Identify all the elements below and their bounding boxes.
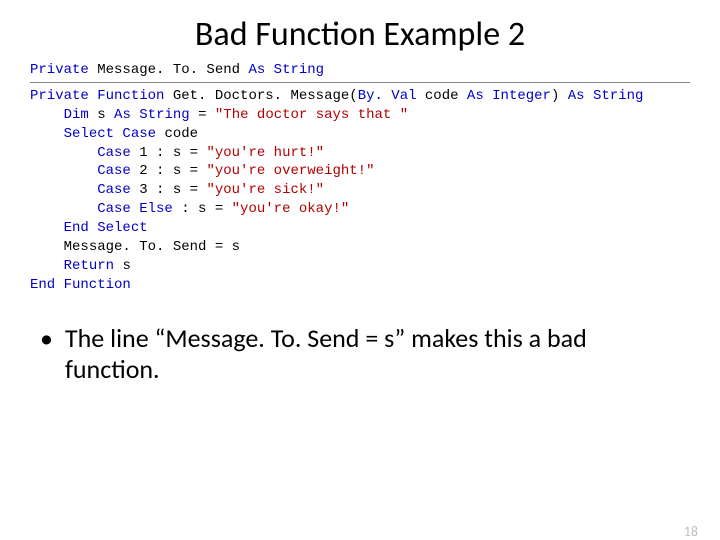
kw-return: Return [64,258,114,274]
indent [30,107,64,123]
colon-seg: : s = [148,163,207,179]
sep [106,107,114,123]
kw-private: Private [30,62,89,78]
n3: 3 [139,182,147,198]
indent [30,220,64,236]
kw-as: As [467,88,484,104]
indent [30,201,97,217]
kw-string: String [139,107,189,123]
kw-byval: By. Val [358,88,417,104]
kw-function: Function [97,88,164,104]
kw-case-else: Case Else [97,201,173,217]
kw-end-select: End Select [64,220,148,236]
n2: 2 [139,163,147,179]
lit3: "you're sick!" [206,182,324,198]
indent [30,239,64,255]
indent [30,163,97,179]
divider [30,82,690,83]
id-s: s [122,258,130,274]
code-line: Private Function Get. Doctors. Message(B… [30,87,690,295]
indent [30,126,64,142]
colon-seg: : s = [148,182,207,198]
kw-as: As [568,88,585,104]
sep [89,107,97,123]
kw-case: Case [97,145,131,161]
page-number: 18 [684,523,698,540]
colon-seg: : s = [148,145,207,161]
lit1: "you're hurt!" [206,145,324,161]
colon-seg: : s = [173,201,232,217]
kw-string: String [593,88,643,104]
sep [265,62,273,78]
sep [585,88,593,104]
sep [131,145,139,161]
indent [30,258,64,274]
open-paren: ( [349,88,357,104]
sep [89,62,97,78]
sep [417,88,425,104]
kw-integer: Integer [492,88,551,104]
sep [131,107,139,123]
lit-intro: "The doctor says that " [215,107,408,123]
bullet-text: The line “Message. To. Send = s” makes t… [65,323,680,385]
slide-title: Bad Function Example 2 [0,14,720,55]
kw-end-function: End Function [30,277,131,293]
sep [459,88,467,104]
indent [30,145,97,161]
kw-select: Select Case [64,126,156,142]
kw-case: Case [97,163,131,179]
indent [30,182,97,198]
lit-else: "you're okay!" [232,201,350,217]
kw-as: As [114,107,131,123]
id-func: Get. Doctors. Message [173,88,349,104]
lit2: "you're overweight!" [206,163,374,179]
sep [559,88,567,104]
code-block: Private Message. To. Send As String [30,61,690,80]
id-code: code [425,88,459,104]
kw-case: Case [97,182,131,198]
kw-string: String [274,62,324,78]
assign-mts: Message. To. Send = s [64,239,240,255]
n1: 1 [139,145,147,161]
kw-as: As [248,62,265,78]
kw-private: Private [30,88,89,104]
bullet-item: • The line “Message. To. Send = s” makes… [40,323,680,385]
sep [484,88,492,104]
id-s: s [97,107,105,123]
id-mts: Message. To. Send [97,62,240,78]
sep [131,163,139,179]
sep [164,88,172,104]
eq: = [190,107,215,123]
sep [89,88,97,104]
bullet-icon: • [40,323,53,354]
kw-dim: Dim [64,107,89,123]
id-code: code [164,126,198,142]
sep [131,182,139,198]
